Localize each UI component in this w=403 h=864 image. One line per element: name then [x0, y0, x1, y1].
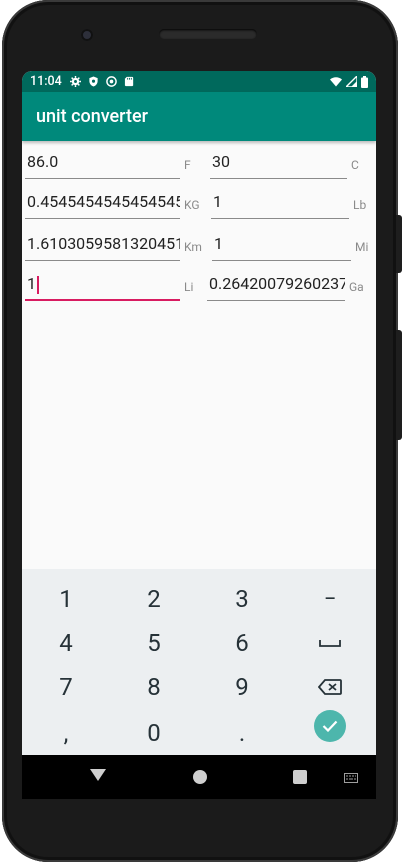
key-period[interactable]: . [198, 711, 286, 755]
sync-icon [105, 76, 117, 87]
liter-input-value: 1 [27, 274, 36, 293]
pound-input[interactable]: 1 [211, 189, 349, 219]
key-5[interactable]: 5 [110, 621, 198, 665]
status-right-icons [330, 75, 368, 88]
weight-row: 0.45454545454545454 KG 1 Lb [22, 189, 376, 229]
celsius-input[interactable]: 30 [210, 149, 347, 179]
recent-apps-icon[interactable] [293, 770, 307, 784]
key-7[interactable]: 7 [22, 665, 110, 709]
status-time: 11:04 [30, 74, 62, 89]
mile-unit-label: Mi [355, 240, 369, 254]
distance-row: 1.6103059581320451 Km 1 Mi [22, 231, 376, 271]
keyboard-switch-icon[interactable] [344, 773, 358, 783]
navigation-bar [22, 755, 376, 799]
front-camera [81, 29, 93, 41]
gallon-unit-label: Ga [349, 280, 364, 294]
key-9[interactable]: 9 [198, 665, 286, 709]
mile-input[interactable]: 1 [212, 231, 351, 261]
home-icon[interactable] [193, 770, 207, 784]
backspace-icon [318, 679, 342, 695]
text-cursor [37, 275, 39, 294]
shield-icon [89, 76, 98, 87]
gallon-input[interactable]: 0.26420079260237 [207, 271, 345, 301]
key-backspace[interactable] [286, 665, 374, 709]
key-8[interactable]: 8 [110, 665, 198, 709]
pound-unit-label: Lb [353, 198, 367, 212]
key-0[interactable]: 0 [110, 711, 198, 755]
liter-unit-label: Li [184, 280, 194, 294]
earpiece-speaker [159, 29, 257, 39]
cell-signal-icon [346, 76, 357, 87]
key-3[interactable]: 3 [198, 577, 286, 621]
key-comma[interactable]: , [22, 711, 110, 755]
key-1[interactable]: 1 [22, 577, 110, 621]
volume-row: 1 Li 0.26420079260237 Ga [22, 271, 376, 311]
fahrenheit-unit-label: F [184, 158, 191, 172]
app-title: unit converter [36, 106, 148, 127]
key-space[interactable] [286, 621, 374, 665]
device-screen: 11:04 unit converter 86.0 F 30 C 0.45454… [22, 71, 376, 755]
liter-input[interactable]: 1 [25, 271, 180, 301]
power-button [396, 330, 402, 440]
sdcard-icon [124, 76, 133, 87]
kilometer-input[interactable]: 1.6103059581320451 [25, 231, 180, 261]
volume-button [396, 215, 402, 273]
wifi-icon [330, 77, 342, 87]
back-icon[interactable] [90, 769, 106, 781]
celsius-unit-label: C [351, 158, 359, 172]
key-done[interactable] [286, 704, 374, 748]
key-4[interactable]: 4 [22, 621, 110, 665]
numeric-keyboard: 1 2 3 − 4 5 6 7 8 9 , 0 . [22, 569, 376, 755]
kilometer-unit-label: Km [184, 240, 202, 254]
key-2[interactable]: 2 [110, 577, 198, 621]
checkmark-icon [314, 710, 346, 742]
temperature-row: 86.0 F 30 C [22, 149, 376, 189]
app-toolbar: unit converter [22, 92, 376, 141]
space-icon [319, 640, 341, 647]
key-minus[interactable]: − [286, 577, 374, 621]
kilogram-input[interactable]: 0.45454545454545454 [25, 189, 180, 219]
fahrenheit-input[interactable]: 86.0 [25, 149, 180, 179]
kilogram-unit-label: KG [184, 198, 200, 212]
battery-icon [361, 75, 368, 88]
status-bar: 11:04 [22, 71, 376, 92]
gear-icon [69, 76, 81, 87]
key-6[interactable]: 6 [198, 621, 286, 665]
